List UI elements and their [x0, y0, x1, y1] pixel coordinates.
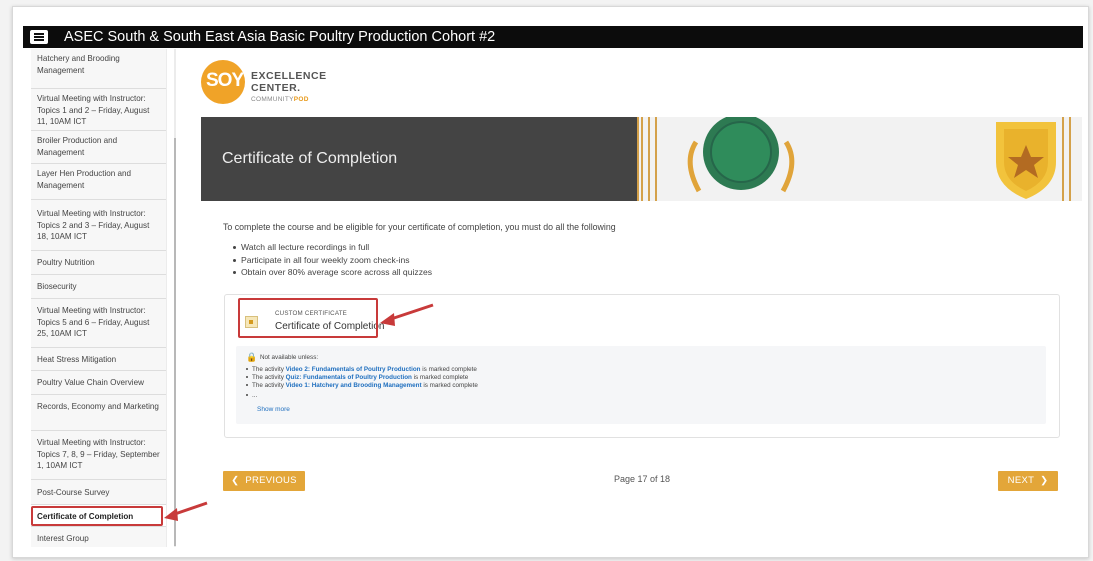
- sidebar-item-virtual-meeting-3[interactable]: Virtual Meeting with Instructor: Topics …: [31, 299, 166, 348]
- restriction-condition: The activity Video 1: Hatchery and Brood…: [246, 382, 478, 389]
- logo-line-2: CENTER.: [251, 82, 301, 94]
- requirements-list: Watch all lecture recordings in full Par…: [233, 241, 432, 279]
- sidebar-item-virtual-meeting-4[interactable]: Virtual Meeting with Instructor: Topics …: [31, 431, 166, 480]
- sidebar-item-layer-hen[interactable]: Layer Hen Production and Management: [31, 164, 166, 200]
- activity-highlight-box: [238, 298, 378, 338]
- condition-activity-link[interactable]: Video 1: Hatchery and Brooding Managemen…: [286, 382, 422, 389]
- logo-soy-text: SOY: [206, 70, 244, 91]
- sidebar-item-virtual-meeting-2[interactable]: Virtual Meeting with Instructor: Topics …: [31, 200, 166, 251]
- sidebar-highlight-box: [31, 506, 163, 526]
- show-more-link[interactable]: Show more: [257, 406, 290, 413]
- sidebar-item-value-chain[interactable]: Poultry Value Chain Overview: [31, 371, 166, 395]
- soy-excellence-center-logo: SOY EXCELLENCE CENTER. COMMUNITYPOD: [201, 60, 341, 120]
- condition-activity-link[interactable]: Quiz: Fundamentals of Poultry Production: [286, 374, 412, 381]
- not-available-text: Not available unless:: [260, 354, 319, 361]
- list-item: Participate in all four weekly zoom chec…: [233, 254, 432, 267]
- logo-line-3: COMMUNITYPOD: [251, 96, 309, 103]
- logo-line-1: EXCELLENCE: [251, 70, 327, 82]
- course-title: ASEC South & South East Asia Basic Poult…: [64, 29, 496, 45]
- annotation-arrow-certificate: [380, 303, 434, 326]
- menu-icon[interactable]: [30, 30, 48, 44]
- sidebar-item-biosecurity[interactable]: Biosecurity: [31, 275, 166, 299]
- activity-banner: Certificate of Completion: [201, 117, 1082, 201]
- sidebar-item-records[interactable]: Records, Economy and Marketing: [31, 395, 166, 431]
- restriction-condition: The activity Video 2: Fundamentals of Po…: [246, 366, 477, 373]
- previous-button[interactable]: ❮ PREVIOUS: [223, 471, 305, 491]
- sidebar-item-post-course-survey[interactable]: Post-Course Survey: [31, 480, 166, 505]
- next-button[interactable]: NEXT ❯: [998, 471, 1058, 491]
- sidebar-item-broiler[interactable]: Broiler Production and Management: [31, 131, 166, 164]
- sidebar-item-hatchery[interactable]: Hatchery and Brooding Management: [31, 49, 166, 89]
- condition-activity-link[interactable]: Video 2: Fundamentals of Poultry Product…: [286, 366, 421, 373]
- annotation-arrow-sidebar: [164, 501, 208, 521]
- sidebar-item-poultry-nutrition[interactable]: Poultry Nutrition: [31, 251, 166, 275]
- banner-title: Certificate of Completion: [222, 150, 398, 167]
- restriction-condition: The activity Quiz: Fundamentals of Poult…: [246, 374, 468, 381]
- sidebar-item-interest-group[interactable]: Interest Group: [31, 527, 166, 547]
- completion-intro-text: To complete the course and be eligible f…: [223, 222, 616, 232]
- sidebar-item-virtual-meeting-1[interactable]: Virtual Meeting with Instructor: Topics …: [31, 89, 166, 131]
- list-item: Obtain over 80% average score across all…: [233, 266, 432, 279]
- restriction-ellipsis: ...: [246, 392, 257, 399]
- list-item: Watch all lecture recordings in full: [233, 241, 432, 254]
- lock-icon: 🔒: [246, 352, 258, 362]
- page-indicator: Page 17 of 18: [614, 474, 671, 484]
- course-index: Hatchery and Brooding Management Virtual…: [31, 49, 167, 547]
- sidebar-scrollbar-thumb[interactable]: [174, 138, 176, 546]
- sidebar-item-heat-stress[interactable]: Heat Stress Mitigation: [31, 348, 166, 371]
- course-header: ASEC South & South East Asia Basic Poult…: [23, 26, 1083, 48]
